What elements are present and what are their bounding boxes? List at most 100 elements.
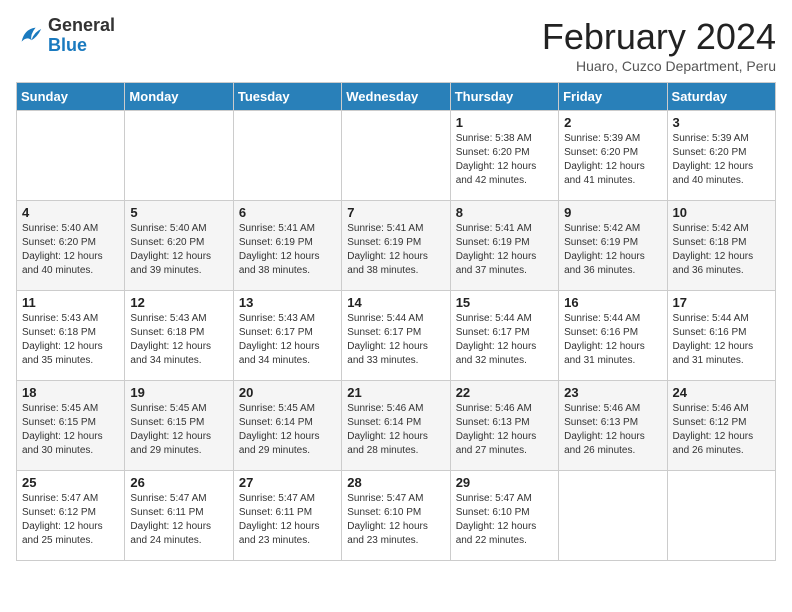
day-info: Sunrise: 5:38 AM Sunset: 6:20 PM Dayligh… <box>456 132 553 188</box>
calendar-cell: 10 Sunrise: 5:42 AM Sunset: 6:18 PM Dayli… <box>667 201 775 291</box>
calendar-subtitle: Huaro, Cuzco Department, Peru <box>542 58 776 74</box>
calendar-cell: 19 Sunrise: 5:45 AM Sunset: 6:15 PM Dayli… <box>125 381 233 471</box>
day-info: Sunrise: 5:46 AM Sunset: 6:13 PM Dayligh… <box>456 402 553 458</box>
header-thursday: Thursday <box>450 83 558 111</box>
day-info: Sunrise: 5:42 AM Sunset: 6:19 PM Dayligh… <box>564 222 661 278</box>
day-info: Sunrise: 5:41 AM Sunset: 6:19 PM Dayligh… <box>239 222 336 278</box>
calendar-cell: 7Sunrise: 5:41 AM Sunset: 6:19 PM Daylig… <box>342 201 450 291</box>
header-monday: Monday <box>125 83 233 111</box>
day-number: 9 <box>564 205 661 220</box>
calendar-cell: 3 Sunrise: 5:39 AM Sunset: 6:20 PM Daylig… <box>667 111 775 201</box>
day-info: Sunrise: 5:43 AM Sunset: 6:18 PM Dayligh… <box>22 312 119 368</box>
calendar-cell: 2Sunrise: 5:39 AM Sunset: 6:20 PM Daylig… <box>559 111 667 201</box>
day-number: 21 <box>347 385 444 400</box>
day-number: 13 <box>239 295 336 310</box>
day-number: 25 <box>22 475 119 490</box>
header-wednesday: Wednesday <box>342 83 450 111</box>
day-info: Sunrise: 5:47 AM Sunset: 6:11 PM Dayligh… <box>130 492 227 548</box>
calendar-cell: 25 Sunrise: 5:47 AM Sunset: 6:12 PM Dayli… <box>17 471 125 561</box>
calendar-week-4: 25 Sunrise: 5:47 AM Sunset: 6:12 PM Dayli… <box>17 471 776 561</box>
day-info: Sunrise: 5:40 AM Sunset: 6:20 PM Dayligh… <box>130 222 227 278</box>
day-number: 11 <box>22 295 119 310</box>
calendar-cell: 20 Sunrise: 5:45 AM Sunset: 6:14 PM Dayli… <box>233 381 341 471</box>
header-tuesday: Tuesday <box>233 83 341 111</box>
day-info: Sunrise: 5:46 AM Sunset: 6:14 PM Dayligh… <box>347 402 444 458</box>
calendar-title: February 2024 <box>542 16 776 58</box>
header-row: Sunday Monday Tuesday Wednesday Thursday… <box>17 83 776 111</box>
calendar-week-1: 4 Sunrise: 5:40 AM Sunset: 6:20 PM Daylig… <box>17 201 776 291</box>
calendar-cell: 14 Sunrise: 5:44 AM Sunset: 6:17 PM Dayli… <box>342 291 450 381</box>
header-sunday: Sunday <box>17 83 125 111</box>
calendar-cell: 11 Sunrise: 5:43 AM Sunset: 6:18 PM Dayli… <box>17 291 125 381</box>
day-number: 14 <box>347 295 444 310</box>
day-info: Sunrise: 5:46 AM Sunset: 6:13 PM Dayligh… <box>564 402 661 458</box>
day-number: 17 <box>673 295 770 310</box>
day-info: Sunrise: 5:45 AM Sunset: 6:14 PM Dayligh… <box>239 402 336 458</box>
day-info: Sunrise: 5:43 AM Sunset: 6:17 PM Dayligh… <box>239 312 336 368</box>
day-info: Sunrise: 5:41 AM Sunset: 6:19 PM Dayligh… <box>347 222 444 278</box>
calendar-cell <box>233 111 341 201</box>
calendar-week-2: 11 Sunrise: 5:43 AM Sunset: 6:18 PM Dayli… <box>17 291 776 381</box>
calendar-week-0: 1 Sunrise: 5:38 AM Sunset: 6:20 PM Daylig… <box>17 111 776 201</box>
title-block: February 2024 Huaro, Cuzco Department, P… <box>542 16 776 74</box>
calendar-cell: 27 Sunrise: 5:47 AM Sunset: 6:11 PM Dayli… <box>233 471 341 561</box>
calendar-cell <box>342 111 450 201</box>
day-number: 20 <box>239 385 336 400</box>
calendar-cell: 26 Sunrise: 5:47 AM Sunset: 6:11 PM Dayli… <box>125 471 233 561</box>
calendar-cell: 17 Sunrise: 5:44 AM Sunset: 6:16 PM Dayli… <box>667 291 775 381</box>
day-number: 27 <box>239 475 336 490</box>
day-number: 18 <box>22 385 119 400</box>
day-number: 5 <box>130 205 227 220</box>
header-saturday: Saturday <box>667 83 775 111</box>
day-info: Sunrise: 5:46 AM Sunset: 6:12 PM Dayligh… <box>673 402 770 458</box>
day-number: 1 <box>456 115 553 130</box>
calendar-cell: 21 Sunrise: 5:46 AM Sunset: 6:14 PM Dayli… <box>342 381 450 471</box>
calendar-cell: 12Sunrise: 5:43 AM Sunset: 6:18 PM Dayli… <box>125 291 233 381</box>
day-number: 28 <box>347 475 444 490</box>
logo-bird-icon <box>16 22 44 50</box>
day-info: Sunrise: 5:45 AM Sunset: 6:15 PM Dayligh… <box>130 402 227 458</box>
day-number: 16 <box>564 295 661 310</box>
day-info: Sunrise: 5:40 AM Sunset: 6:20 PM Dayligh… <box>22 222 119 278</box>
day-info: Sunrise: 5:45 AM Sunset: 6:15 PM Dayligh… <box>22 402 119 458</box>
calendar-cell: 1 Sunrise: 5:38 AM Sunset: 6:20 PM Daylig… <box>450 111 558 201</box>
day-info: Sunrise: 5:44 AM Sunset: 6:17 PM Dayligh… <box>456 312 553 368</box>
day-number: 10 <box>673 205 770 220</box>
calendar-cell <box>17 111 125 201</box>
day-number: 26 <box>130 475 227 490</box>
day-number: 3 <box>673 115 770 130</box>
day-info: Sunrise: 5:41 AM Sunset: 6:19 PM Dayligh… <box>456 222 553 278</box>
day-number: 19 <box>130 385 227 400</box>
calendar-table: Sunday Monday Tuesday Wednesday Thursday… <box>16 82 776 561</box>
day-number: 4 <box>22 205 119 220</box>
calendar-cell: 6 Sunrise: 5:41 AM Sunset: 6:19 PM Daylig… <box>233 201 341 291</box>
day-number: 2 <box>564 115 661 130</box>
day-number: 8 <box>456 205 553 220</box>
logo-general-text: General <box>48 15 115 35</box>
calendar-cell: 28Sunrise: 5:47 AM Sunset: 6:10 PM Dayli… <box>342 471 450 561</box>
calendar-cell: 15Sunrise: 5:44 AM Sunset: 6:17 PM Dayli… <box>450 291 558 381</box>
logo: General Blue <box>16 16 115 56</box>
day-info: Sunrise: 5:39 AM Sunset: 6:20 PM Dayligh… <box>673 132 770 188</box>
day-number: 6 <box>239 205 336 220</box>
day-info: Sunrise: 5:44 AM Sunset: 6:16 PM Dayligh… <box>673 312 770 368</box>
calendar-cell: 29Sunrise: 5:47 AM Sunset: 6:10 PM Dayli… <box>450 471 558 561</box>
calendar-cell: 16Sunrise: 5:44 AM Sunset: 6:16 PM Dayli… <box>559 291 667 381</box>
day-number: 24 <box>673 385 770 400</box>
header-friday: Friday <box>559 83 667 111</box>
day-info: Sunrise: 5:47 AM Sunset: 6:10 PM Dayligh… <box>456 492 553 548</box>
logo-blue-text: Blue <box>48 35 87 55</box>
calendar-cell: 9 Sunrise: 5:42 AM Sunset: 6:19 PM Daylig… <box>559 201 667 291</box>
calendar-cell: 13 Sunrise: 5:43 AM Sunset: 6:17 PM Dayli… <box>233 291 341 381</box>
calendar-cell: 5 Sunrise: 5:40 AM Sunset: 6:20 PM Daylig… <box>125 201 233 291</box>
day-info: Sunrise: 5:47 AM Sunset: 6:12 PM Dayligh… <box>22 492 119 548</box>
day-number: 23 <box>564 385 661 400</box>
day-info: Sunrise: 5:44 AM Sunset: 6:17 PM Dayligh… <box>347 312 444 368</box>
calendar-cell: 18 Sunrise: 5:45 AM Sunset: 6:15 PM Dayli… <box>17 381 125 471</box>
day-info: Sunrise: 5:47 AM Sunset: 6:11 PM Dayligh… <box>239 492 336 548</box>
page-header: General Blue February 2024 Huaro, Cuzco … <box>16 16 776 74</box>
day-info: Sunrise: 5:42 AM Sunset: 6:18 PM Dayligh… <box>673 222 770 278</box>
day-number: 12 <box>130 295 227 310</box>
calendar-cell: 24 Sunrise: 5:46 AM Sunset: 6:12 PM Dayli… <box>667 381 775 471</box>
calendar-week-3: 18 Sunrise: 5:45 AM Sunset: 6:15 PM Dayli… <box>17 381 776 471</box>
